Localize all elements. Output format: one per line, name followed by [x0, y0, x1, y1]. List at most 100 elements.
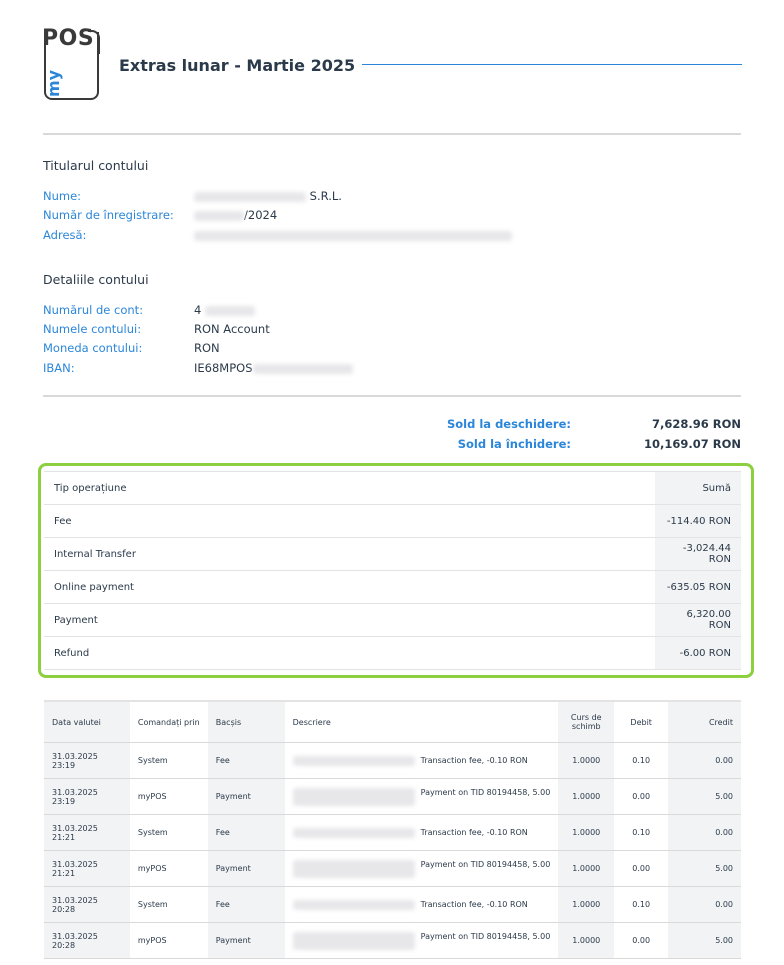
holder-heading: Titularul contului: [43, 158, 149, 173]
tx-type: Fee: [207, 814, 285, 851]
holder-name-suffix: S.R.L.: [309, 189, 342, 203]
tx-rate: 1.0000: [558, 922, 615, 959]
tx-description-text: Payment on TID 80194458, 5.00: [420, 787, 551, 797]
tx-description: Transaction fee, -0.10 RON: [284, 742, 559, 779]
transaction-row: 31.03.2025 20:28 myPOS Payment Payment o…: [44, 922, 741, 959]
redacted-description: [292, 787, 415, 806]
tx-ordered-by: myPOS: [129, 922, 208, 959]
tx-debit: 0.00: [614, 922, 669, 959]
holder-name-value: S.R.L.: [194, 189, 342, 203]
redacted-address: [194, 230, 512, 241]
tx-debit: 0.10: [614, 742, 669, 779]
operations-summary-table: Tip operațiune Sumă Fee -114.40 RON Inte…: [44, 471, 741, 670]
holder-reg-value: /2024: [194, 208, 277, 222]
tx-ordered-by: System: [129, 814, 208, 851]
tx-rate: 1.0000: [558, 742, 615, 779]
transactions-header-row: Data valutei Comandați prin Bacșis Descr…: [44, 700, 741, 743]
tx-date: 31.03.2025 23:19: [44, 742, 130, 779]
tx-description-text: Transaction fee, -0.10 RON: [420, 755, 528, 765]
redacted-description: [292, 859, 415, 878]
tx-description-text: Payment on TID 80194458, 5.00: [420, 931, 551, 941]
iban-prefix: IE68MPOS: [194, 361, 253, 375]
closing-balance-label: Sold la închidere:: [457, 437, 571, 451]
tx-type: Payment: [207, 778, 285, 815]
tx-ordered-by: myPOS: [129, 850, 208, 887]
summary-row: Payment 6,320.00 RON: [44, 603, 741, 637]
account-name-value: RON Account: [194, 322, 270, 336]
holder-reg-suffix: /2024: [244, 208, 278, 222]
summary-type: Online payment: [44, 570, 655, 604]
tx-credit: 5.00: [668, 778, 741, 815]
tx-credit: 5.00: [668, 922, 741, 959]
tx-type: Payment: [207, 850, 285, 887]
col-description: Descriere: [284, 700, 559, 743]
opening-balance-label: Sold la deschidere:: [447, 417, 571, 431]
summary-type: Fee: [44, 504, 655, 538]
col-ordered-by: Comandați prin: [129, 700, 208, 743]
tx-credit: 5.00: [668, 850, 741, 887]
redacted-description: [292, 827, 415, 838]
summary-row: Internal Transfer -3,024.44 RON: [44, 537, 741, 571]
tx-rate: 1.0000: [558, 778, 615, 815]
summary-amount: -6.00 RON: [655, 636, 741, 670]
logo-pos-text: POS: [42, 26, 95, 51]
summary-row: Refund -6.00 RON: [44, 636, 741, 670]
redacted-reg: [194, 210, 244, 221]
tx-description: Payment on TID 80194458, 5.00: [284, 850, 559, 887]
tx-ordered-by: myPOS: [129, 778, 208, 815]
tx-description-text: Transaction fee, -0.10 RON: [420, 899, 528, 909]
account-currency-value: RON: [194, 341, 220, 355]
account-currency-label: Moneda contului:: [43, 341, 143, 355]
tx-description: Transaction fee, -0.10 RON: [284, 814, 559, 851]
summary-row: Online payment -635.05 RON: [44, 570, 741, 604]
tx-ordered-by: System: [129, 886, 208, 923]
tx-debit: 0.10: [614, 814, 669, 851]
tx-description: Payment on TID 80194458, 5.00: [284, 778, 559, 815]
tx-type: Fee: [207, 886, 285, 923]
summary-type: Refund: [44, 636, 655, 670]
redacted-iban: [252, 363, 353, 374]
tx-description: Payment on TID 80194458, 5.00: [284, 922, 559, 959]
summary-row: Fee -114.40 RON: [44, 504, 741, 538]
summary-header-row: Tip operațiune Sumă: [44, 471, 741, 505]
tx-description-text: Transaction fee, -0.10 RON: [420, 827, 528, 837]
holder-address-value: [194, 228, 512, 242]
tx-date: 31.03.2025 21:21: [44, 850, 130, 887]
redacted-name: [194, 191, 306, 202]
redacted-description: [292, 899, 415, 910]
divider: [43, 395, 741, 397]
col-exchange-rate: Curs de schimb: [558, 700, 615, 743]
tx-credit: 0.00: [668, 886, 741, 923]
logo-my-text: my: [44, 69, 64, 98]
account-number-label: Numărul de cont:: [43, 303, 144, 317]
tx-debit: 0.00: [614, 850, 669, 887]
account-name-label: Numele contului:: [43, 322, 142, 336]
iban-value: IE68MPOS: [194, 361, 353, 375]
tx-debit: 0.00: [614, 778, 669, 815]
tx-date: 31.03.2025 21:21: [44, 814, 130, 851]
redacted-description: [292, 931, 415, 950]
holder-address-label: Adresă:: [43, 228, 87, 242]
redacted-account-number: [204, 305, 255, 316]
redacted-description: [292, 755, 415, 766]
tx-debit: 0.10: [614, 886, 669, 923]
account-number-prefix: 4: [194, 303, 202, 317]
transaction-row: 31.03.2025 20:28 System Fee Transaction …: [44, 886, 741, 923]
tx-rate: 1.0000: [558, 886, 615, 923]
tx-description: Transaction fee, -0.10 RON: [284, 886, 559, 923]
summary-amount: -635.05 RON: [655, 570, 741, 604]
transaction-row: 31.03.2025 23:19 myPOS Payment Payment o…: [44, 778, 741, 815]
col-debit: Debit: [614, 700, 669, 743]
divider: [43, 133, 741, 135]
account-number-value: 4: [194, 303, 255, 317]
col-date: Data valutei: [44, 700, 130, 743]
col-credit: Credit: [668, 700, 741, 743]
summary-amount: 6,320.00 RON: [655, 603, 741, 637]
col-tip: Bacșis: [207, 700, 285, 743]
summary-type: Internal Transfer: [44, 537, 655, 571]
tx-date: 31.03.2025 23:19: [44, 778, 130, 815]
tx-date: 31.03.2025 20:28: [44, 922, 130, 959]
tx-ordered-by: System: [129, 742, 208, 779]
transaction-row: 31.03.2025 23:19 System Fee Transaction …: [44, 742, 741, 779]
tx-type: Fee: [207, 742, 285, 779]
